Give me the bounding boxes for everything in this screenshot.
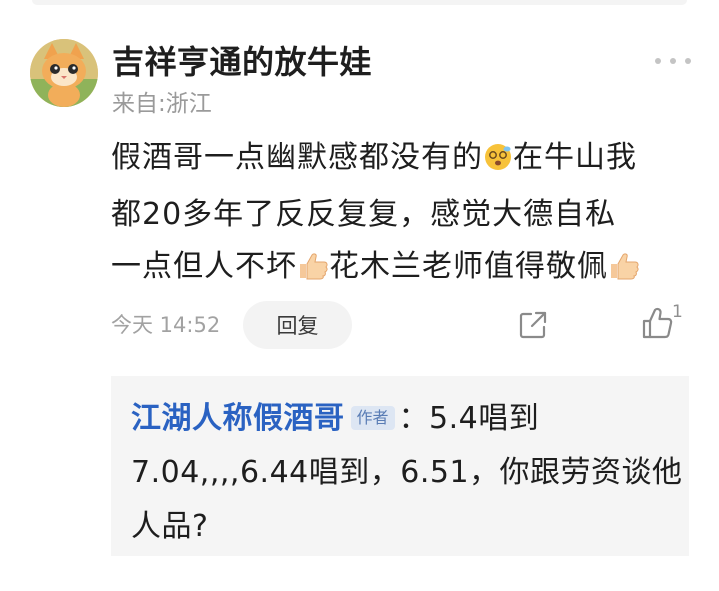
comment-text: 在牛山我 [513, 140, 637, 175]
reply-content: ：5.4唱到 [398, 401, 540, 436]
reply-line: 人品? [131, 500, 671, 554]
like-button[interactable]: 1 [641, 302, 687, 342]
share-icon [519, 311, 547, 339]
like-count: 1 [672, 302, 683, 322]
comment-body: 假酒哥一点幽默感都没有的 在牛山我 都20多年了反反复复，感觉大德自私 一点但人不… [111, 132, 696, 298]
comment-text: 花木兰老师值得敬佩 [329, 249, 608, 284]
comment-text: 一点但人不坏 [111, 249, 297, 284]
cat-avatar-image [30, 39, 98, 107]
username[interactable]: 吉祥亨通的放牛娃 [112, 40, 372, 84]
share-button[interactable] [517, 309, 549, 341]
more-dots-icon [655, 58, 661, 64]
reply-text: 江湖人称假酒哥 作者 ：5.4唱到 7.04,,,,6.44唱到，6.51，你跟劳资… [131, 392, 682, 554]
comment-text: 都20多年了反反复复，感觉大德自私 [111, 197, 617, 232]
location-label: 来自:浙江 [112, 91, 212, 117]
more-options-button[interactable] [655, 50, 691, 72]
reply-line: 7.04,,,,6.44唱到，6.51，你跟劳资谈他 [131, 446, 682, 500]
reply-author-name[interactable]: 江湖人称假酒哥 [131, 401, 345, 436]
comment-line: 一点但人不坏 花木兰老师值得敬佩 [111, 241, 696, 298]
thumbs-up-emoji-icon [297, 246, 329, 298]
comment-line: 都20多年了反反复复，感觉大德自私 [111, 189, 696, 241]
reply-preview[interactable]: 江湖人称假酒哥 作者 ：5.4唱到 7.04,,,,6.44唱到，6.51，你跟劳资… [111, 376, 689, 556]
reply-line: 江湖人称假酒哥 作者 ：5.4唱到 [131, 392, 671, 446]
reply-content: 人品? [131, 509, 209, 544]
dizzy-face-emoji-icon [483, 137, 513, 189]
avatar[interactable] [30, 39, 98, 107]
comment-line: 假酒哥一点幽默感都没有的 在牛山我 [111, 132, 696, 189]
thumbs-up-icon [642, 307, 673, 339]
more-dots-icon [685, 58, 691, 64]
comment-text: 假酒哥一点幽默感都没有的 [111, 140, 483, 175]
top-divider [32, 0, 687, 5]
thumbs-up-emoji-icon [608, 246, 640, 298]
comment-timestamp: 今天 14:52 [111, 313, 221, 337]
more-dots-icon [670, 58, 676, 64]
reply-content: 7.04,,,,6.44唱到，6.51，你跟劳资谈他 [131, 455, 683, 490]
author-badge: 作者 [350, 406, 395, 430]
reply-button[interactable]: 回复 [243, 301, 352, 349]
